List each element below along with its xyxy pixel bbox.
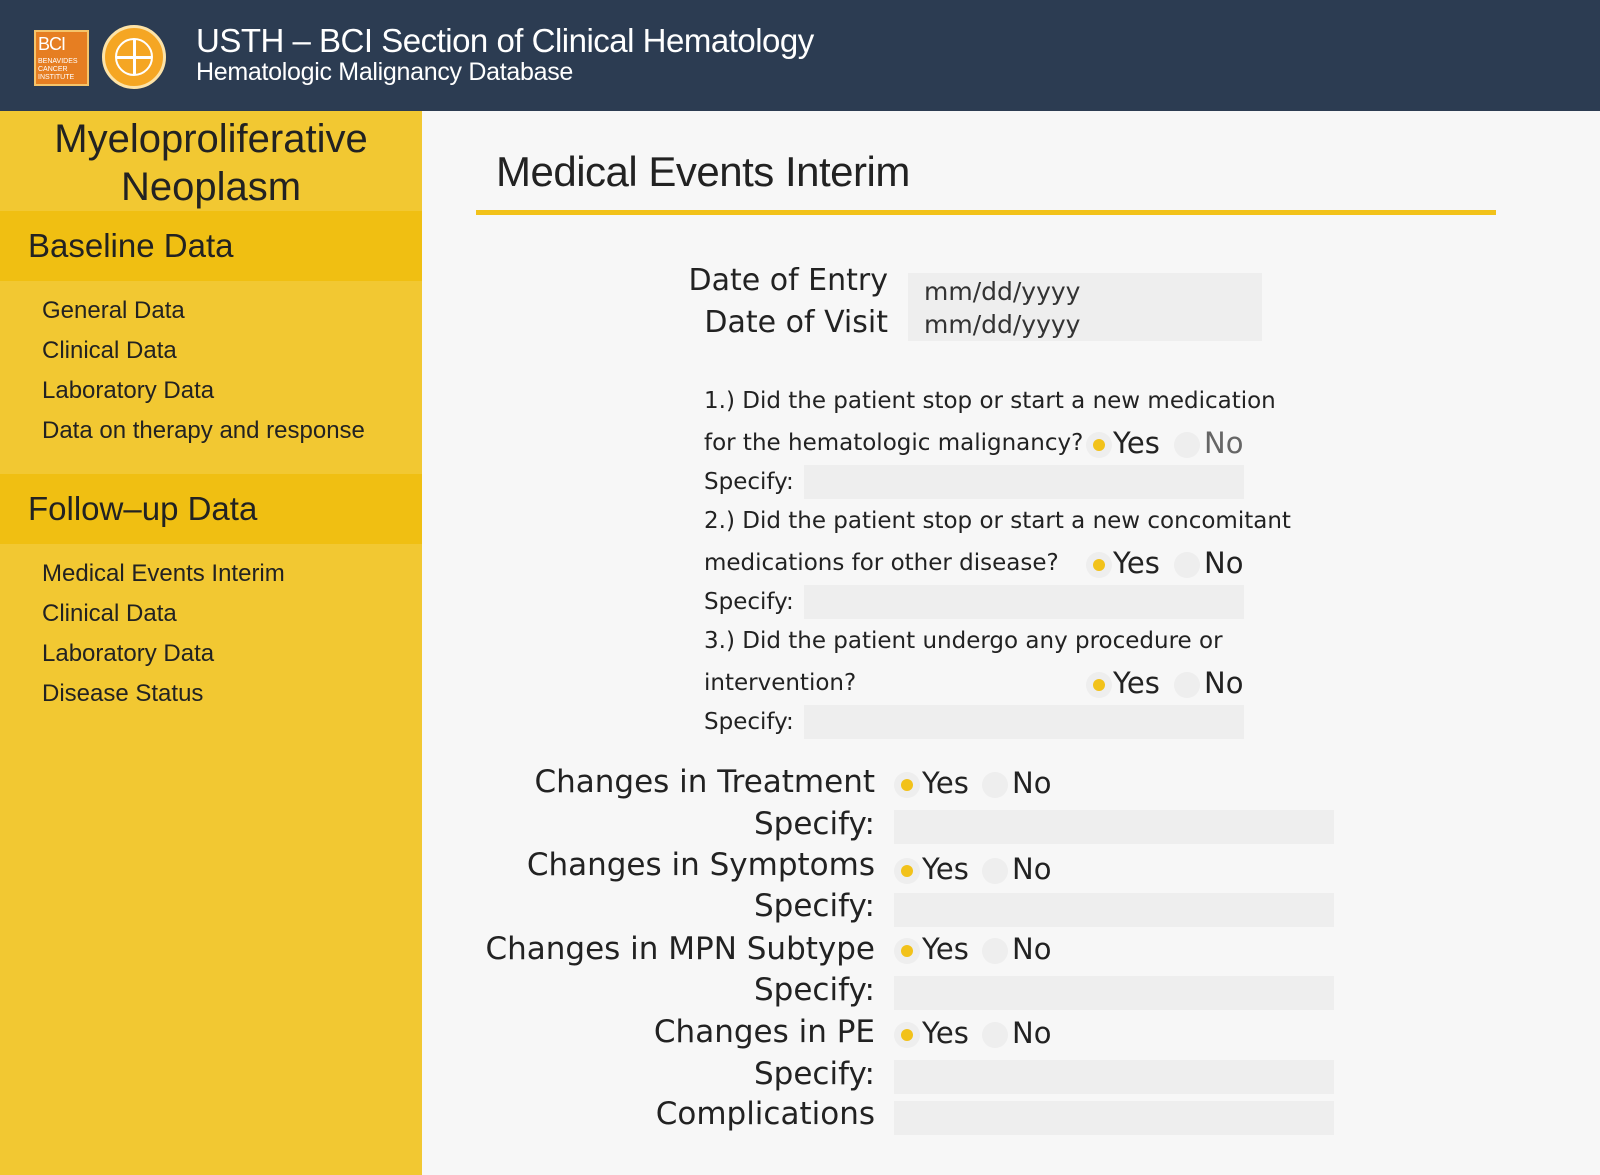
- changes-mpn-subtype-yes-radio[interactable]: [894, 938, 920, 964]
- question-2-no-radio[interactable]: [1174, 552, 1200, 578]
- sidebar-item-disease-status[interactable]: Disease Status: [42, 680, 203, 708]
- sidebar-item-general-data[interactable]: General Data: [42, 297, 185, 325]
- complications-input[interactable]: [894, 1101, 1334, 1135]
- changes-mpn-subtype-no-radio[interactable]: [982, 938, 1008, 964]
- sidebar: Myeloproliferative Neoplasm Baseline Dat…: [0, 111, 422, 1175]
- question-2-specify-input[interactable]: [804, 585, 1244, 619]
- question-3-yes-radio[interactable]: [1086, 672, 1112, 698]
- changes-treatment-yes-radio[interactable]: [894, 772, 920, 798]
- sidebar-item-medical-events-interim[interactable]: Medical Events Interim: [42, 560, 285, 588]
- date-of-visit-label: Date of Visit: [704, 305, 888, 340]
- question-1-specify-label: Specify:: [704, 469, 794, 495]
- question-2-yes-label: Yes: [1113, 546, 1160, 580]
- question-3-yes-label: Yes: [1113, 666, 1160, 700]
- question-1-line1: 1.) Did the patient stop or start a new …: [704, 388, 1276, 414]
- sidebar-item-clinical-data[interactable]: Clinical Data: [42, 337, 177, 365]
- sidebar-item-followup-clinical-data[interactable]: Clinical Data: [42, 600, 177, 628]
- question-1-line2: for the hematologic malignancy?: [704, 430, 1084, 456]
- app-subtitle: Hematologic Malignancy Database: [196, 58, 574, 86]
- changes-treatment-no-label: No: [1012, 766, 1052, 800]
- sidebar-item-therapy-response[interactable]: Data on therapy and response: [42, 417, 365, 445]
- date-of-visit-input[interactable]: [924, 308, 1244, 340]
- changes-pe-specify-label: Specify:: [754, 1056, 875, 1092]
- question-2-yes-radio[interactable]: [1086, 552, 1112, 578]
- question-1-no-radio[interactable]: [1174, 432, 1200, 458]
- changes-mpn-subtype-no-label: No: [1012, 932, 1052, 966]
- module-title: Myeloproliferative Neoplasm: [54, 117, 368, 209]
- question-1-yes-radio[interactable]: [1086, 432, 1112, 458]
- sidebar-item-laboratory-data[interactable]: Laboratory Data: [42, 377, 214, 405]
- changes-symptoms-no-label: No: [1012, 852, 1052, 886]
- question-3-line2: intervention?: [704, 670, 857, 696]
- bci-logo: BCI BENAVIDES CANCER INSTITUTE: [34, 30, 89, 86]
- changes-pe-yes-label: Yes: [922, 1016, 969, 1050]
- section-followup-data[interactable]: Follow–up Data: [0, 474, 422, 544]
- changes-treatment-specify-label: Specify:: [754, 806, 875, 842]
- question-3-specify-label: Specify:: [704, 709, 794, 735]
- changes-treatment-label: Changes in Treatment: [534, 764, 875, 800]
- changes-symptoms-label: Changes in Symptoms: [526, 847, 875, 883]
- app-header: BCI BENAVIDES CANCER INSTITUTE USTH – BC…: [0, 0, 1600, 111]
- changes-symptoms-specify-input[interactable]: [894, 893, 1334, 927]
- changes-symptoms-specify-label: Specify:: [754, 888, 875, 924]
- question-1-yes-label: Yes: [1113, 426, 1160, 460]
- question-2-line1: 2.) Did the patient stop or start a new …: [704, 508, 1291, 534]
- question-3-specify-input[interactable]: [804, 705, 1244, 739]
- changes-pe-label: Changes in PE: [653, 1014, 875, 1050]
- question-1-specify-input[interactable]: [804, 465, 1244, 499]
- changes-treatment-specify-input[interactable]: [894, 810, 1334, 844]
- page-title: Medical Events Interim: [496, 148, 910, 195]
- changes-treatment-no-radio[interactable]: [982, 772, 1008, 798]
- question-1-no-label: No: [1204, 426, 1244, 460]
- question-2-no-label: No: [1204, 546, 1244, 580]
- question-3-line1: 3.) Did the patient undergo any procedur…: [704, 628, 1223, 654]
- changes-mpn-subtype-yes-label: Yes: [922, 932, 969, 966]
- sidebar-item-followup-laboratory-data[interactable]: Laboratory Data: [42, 640, 214, 668]
- complications-label: Complications: [655, 1096, 875, 1132]
- changes-mpn-subtype-label: Changes in MPN Subtype: [485, 931, 875, 967]
- date-of-entry-label: Date of Entry: [688, 263, 888, 298]
- question-2-line2: medications for other disease?: [704, 550, 1059, 576]
- question-2-specify-label: Specify:: [704, 589, 794, 615]
- changes-mpn-subtype-specify-input[interactable]: [894, 976, 1334, 1010]
- changes-treatment-yes-label: Yes: [922, 766, 969, 800]
- changes-symptoms-no-radio[interactable]: [982, 858, 1008, 884]
- question-3-no-radio[interactable]: [1174, 672, 1200, 698]
- changes-symptoms-yes-label: Yes: [922, 852, 969, 886]
- changes-pe-yes-radio[interactable]: [894, 1022, 920, 1048]
- section-baseline-data[interactable]: Baseline Data: [0, 211, 422, 281]
- changes-symptoms-yes-radio[interactable]: [894, 858, 920, 884]
- changes-pe-no-label: No: [1012, 1016, 1052, 1050]
- changes-pe-no-radio[interactable]: [982, 1022, 1008, 1048]
- university-seal-icon: [102, 25, 166, 89]
- app-title: USTH – BCI Section of Clinical Hematolog…: [196, 22, 814, 59]
- changes-mpn-subtype-specify-label: Specify:: [754, 972, 875, 1008]
- question-3-no-label: No: [1204, 666, 1244, 700]
- date-of-entry-input[interactable]: [924, 275, 1244, 307]
- title-divider: [476, 210, 1496, 215]
- changes-pe-specify-input[interactable]: [894, 1060, 1334, 1094]
